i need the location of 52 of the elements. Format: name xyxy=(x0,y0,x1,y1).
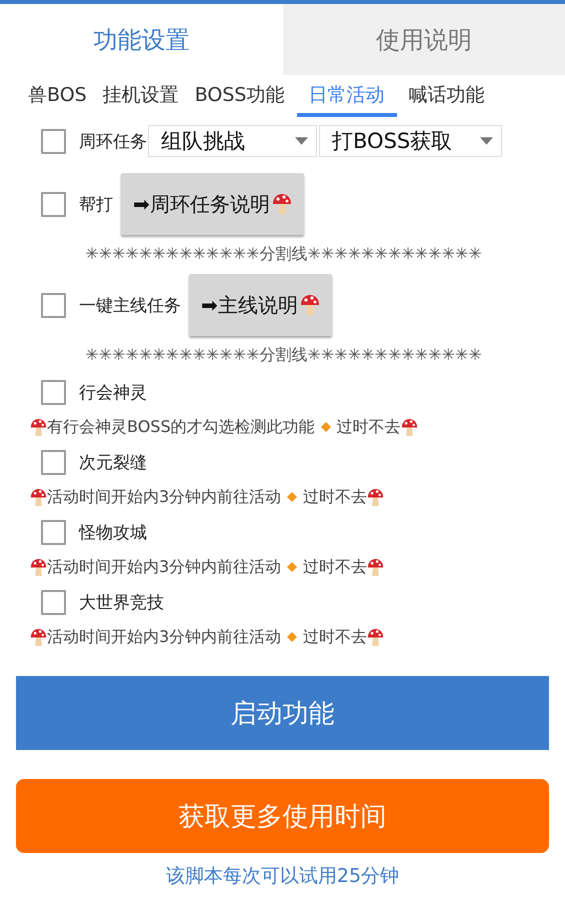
dropdown[interactable]: 组队挑战 xyxy=(148,125,317,157)
checkbox[interactable] xyxy=(41,590,66,614)
mushroom-icon xyxy=(400,418,418,436)
mushroom-icon xyxy=(272,193,292,215)
diamond-icon xyxy=(287,632,298,642)
mushroom-icon xyxy=(30,558,47,576)
start-button[interactable]: 启动功能 xyxy=(16,676,549,750)
mushroom-icon xyxy=(367,628,384,646)
checkbox[interactable] xyxy=(41,192,66,216)
note-text: 过时不去 xyxy=(303,556,368,578)
mushroom-icon xyxy=(30,418,47,436)
diamond-icon xyxy=(287,562,298,572)
checkbox[interactable] xyxy=(41,520,66,544)
checkbox-label: 行会神灵 xyxy=(79,382,147,404)
checkbox[interactable] xyxy=(41,128,66,154)
dropdown[interactable]: 打BOSS获取 xyxy=(319,125,502,157)
mushroom-icon xyxy=(30,488,47,506)
info-button[interactable]: ➡周环任务说明 xyxy=(121,173,304,235)
note-text: 活动时间开始内3分钟内前往活动 xyxy=(47,486,282,508)
trial-notice: 该脚本每次可以试用25分钟 xyxy=(166,865,400,887)
tab[interactable]: 使用说明 xyxy=(282,4,565,75)
caret-icon xyxy=(295,137,308,145)
tab[interactable]: 挂机设置 xyxy=(102,81,179,117)
checkbox-label: 一键主线任务 xyxy=(79,294,181,316)
divider-text: ✳✳✳✳✳✳✳✳✳✳✳✳✳分割线✳✳✳✳✳✳✳✳✳✳✳✳✳ xyxy=(85,244,482,265)
note-text: 活动时间开始内3分钟内前往活动 xyxy=(47,626,282,648)
diamond-icon xyxy=(320,422,331,432)
mushroom-icon xyxy=(367,558,384,576)
checkbox-label: 周环任务 xyxy=(79,130,147,152)
checkbox-label: 怪物攻城 xyxy=(79,522,147,544)
checkbox-label: 帮打 xyxy=(79,194,113,216)
diamond-icon xyxy=(287,492,298,502)
note-text: 活动时间开始内3分钟内前往活动 xyxy=(47,556,282,578)
mushroom-icon xyxy=(300,294,320,316)
caret-icon xyxy=(480,137,493,145)
tab[interactable]: 日常活动 xyxy=(296,81,396,117)
tab[interactable]: BOSS功能 xyxy=(194,81,284,117)
note-text: 过时不去 xyxy=(336,416,401,438)
mushroom-icon xyxy=(30,628,47,646)
note-text: 过时不去 xyxy=(303,626,368,648)
tab[interactable]: 喊话功能 xyxy=(408,81,484,117)
checkbox-label: 次元裂缝 xyxy=(79,452,147,474)
checkbox[interactable] xyxy=(41,450,66,474)
divider-text: ✳✳✳✳✳✳✳✳✳✳✳✳✳分割线✳✳✳✳✳✳✳✳✳✳✳✳✳ xyxy=(85,345,482,366)
checkbox[interactable] xyxy=(41,380,66,404)
note-text: 过时不去 xyxy=(303,486,368,508)
tab[interactable]: 兽BOS xyxy=(28,81,87,117)
checkbox[interactable] xyxy=(41,292,66,318)
mushroom-icon xyxy=(367,488,384,506)
note-text: 有行会神灵BOSS的才勾选检测此功能 xyxy=(47,416,315,438)
checkbox-label: 大世界竞技 xyxy=(79,592,164,614)
info-button[interactable]: ➡主线说明 xyxy=(189,274,332,336)
